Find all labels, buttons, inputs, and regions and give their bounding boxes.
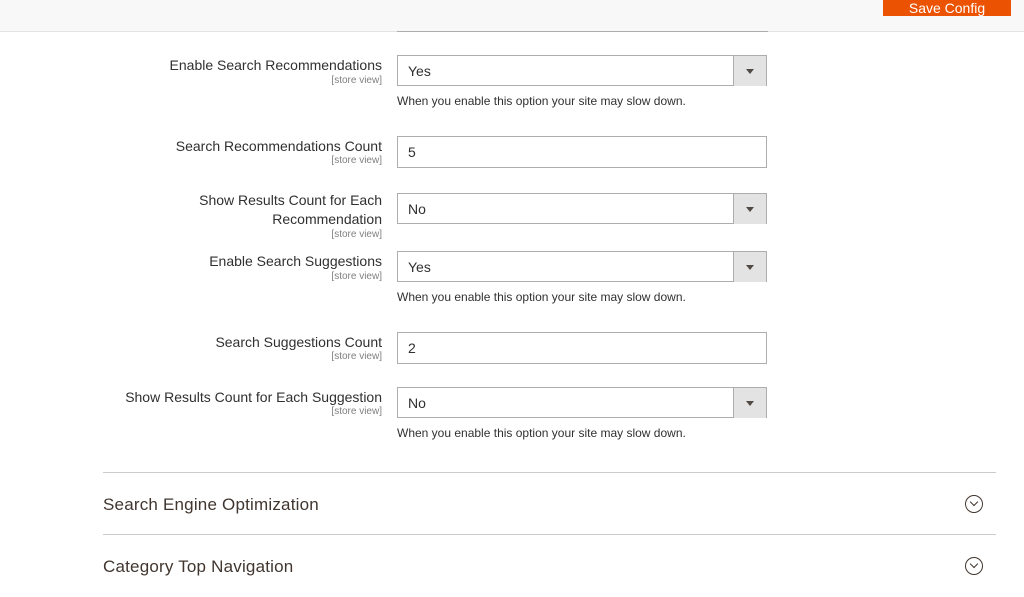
section-title: Category Top Navigation <box>103 557 294 576</box>
scope-label: [store view] <box>331 351 382 362</box>
select-value: No <box>408 201 426 217</box>
enable-search-suggestions-select[interactable]: Yes <box>397 251 767 282</box>
dropdown-arrow-icon <box>733 194 766 224</box>
scope-label: [store view] <box>331 229 382 240</box>
scope-label: [store view] <box>331 155 382 166</box>
scope-label: [store view] <box>331 271 382 282</box>
field-label: Search Suggestions Count <box>215 334 382 350</box>
search-recommendations-count-input[interactable] <box>397 136 767 168</box>
field-label-line2: Recommendation <box>272 211 382 227</box>
chevron-down-circle-icon <box>965 495 983 513</box>
field-label: Enable Search Recommendations <box>169 57 382 73</box>
scope-label: [store view] <box>331 75 382 86</box>
dropdown-arrow-icon <box>733 56 766 86</box>
select-value: Yes <box>408 259 431 275</box>
field-label: Search Recommendations Count <box>175 138 382 154</box>
field-note: When you enable this option your site ma… <box>397 290 686 304</box>
select-value: Yes <box>408 63 431 79</box>
save-config-button[interactable]: Save Config <box>883 0 1011 16</box>
section-title: Search Engine Optimization <box>103 495 319 514</box>
field-label: Enable Search Suggestions <box>209 253 382 269</box>
field-label-line1: Show Results Count for Each <box>199 192 382 208</box>
field-note: When you enable this option your site ma… <box>397 426 686 440</box>
field-note: When you enable this option your site ma… <box>397 94 686 108</box>
field-label: Show Results Count for Each Suggestion <box>125 389 382 405</box>
select-value: No <box>408 395 426 411</box>
chevron-down-circle-icon <box>965 557 983 575</box>
show-results-count-recommendation-select[interactable]: No <box>397 193 767 224</box>
show-results-count-suggestion-select[interactable]: No <box>397 387 767 418</box>
scope-label: [store view] <box>331 406 382 417</box>
dropdown-arrow-icon <box>733 252 766 282</box>
dropdown-arrow-icon <box>733 388 766 418</box>
section-search-engine-optimization[interactable]: Search Engine Optimization <box>103 472 996 535</box>
previous-field-edge <box>397 31 768 32</box>
section-category-top-navigation[interactable]: Category Top Navigation <box>103 534 996 597</box>
search-suggestions-count-input[interactable] <box>397 332 767 364</box>
enable-search-recommendations-select[interactable]: Yes <box>397 55 767 86</box>
page-actions-bar: Save Config <box>0 0 1024 32</box>
